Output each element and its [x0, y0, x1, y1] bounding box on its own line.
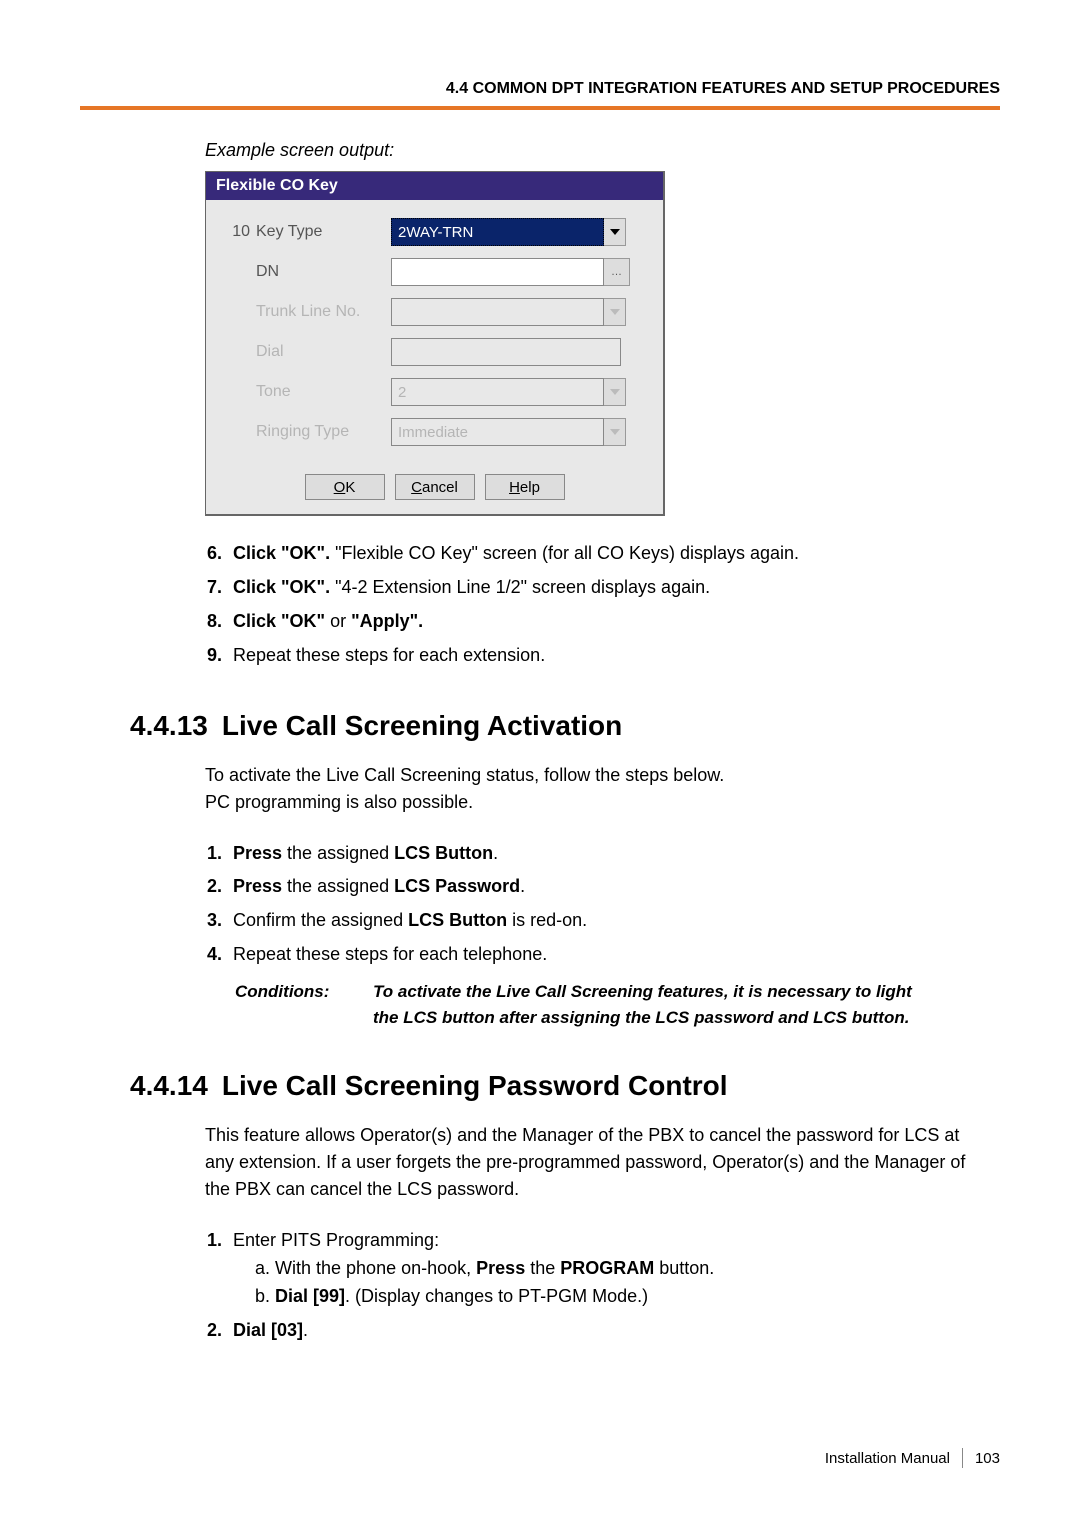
- step-413-4: Repeat these steps for each telephone.: [227, 941, 1000, 969]
- conditions-block: Conditions: To activate the Live Call Sc…: [235, 979, 935, 1030]
- cancel-label-rest: ancel: [422, 479, 458, 496]
- dn-input[interactable]: [391, 258, 604, 286]
- step-8: Click "OK" or "Apply".: [227, 608, 1000, 636]
- help-label-rest: elp: [520, 479, 540, 496]
- label-dn: DN: [256, 263, 391, 281]
- dropdown-icon: [604, 418, 626, 446]
- row-number: 10: [220, 223, 250, 241]
- label-ringing: Ringing Type: [256, 423, 391, 441]
- page-footer: Installation Manual 103: [825, 1448, 1000, 1468]
- key-type-select[interactable]: [391, 218, 604, 246]
- page-section-header: 4.4 COMMON DPT INTEGRATION FEATURES AND …: [80, 80, 1000, 110]
- ok-label-rest: K: [345, 479, 355, 496]
- cancel-button[interactable]: Cancel: [395, 474, 475, 500]
- dialog-title: Flexible CO Key: [206, 172, 663, 200]
- step-6: Click "OK". "Flexible CO Key" screen (fo…: [227, 540, 1000, 568]
- label-tone: Tone: [256, 383, 391, 401]
- dropdown-icon: [604, 298, 626, 326]
- steps-413: Press the assigned LCS Button. Press the…: [205, 840, 1000, 970]
- step-7: Click "OK". "4-2 Extension Line 1/2" scr…: [227, 574, 1000, 602]
- heading-4-4-13: 4.4.13 Live Call Screening Activation: [130, 710, 1000, 742]
- label-dial: Dial: [256, 343, 391, 361]
- dropdown-icon: [604, 378, 626, 406]
- browse-button[interactable]: …: [604, 258, 630, 286]
- step-9: Repeat these steps for each extension.: [227, 642, 1000, 670]
- trunk-select: [391, 298, 604, 326]
- example-caption: Example screen output:: [205, 140, 1000, 161]
- intro-413: To activate the Live Call Screening stat…: [205, 762, 985, 816]
- step-413-1: Press the assigned LCS Button.: [227, 840, 1000, 868]
- dial-input: [391, 338, 621, 366]
- steps-414: Enter PITS Programming: a. With the phon…: [205, 1227, 1000, 1345]
- ok-button[interactable]: OK: [305, 474, 385, 500]
- step-414-2: Dial [03].: [227, 1317, 1000, 1345]
- steps-continued: Click "OK". "Flexible CO Key" screen (fo…: [205, 540, 1000, 670]
- ringing-select: [391, 418, 604, 446]
- divider-icon: [962, 1448, 963, 1468]
- step-413-2: Press the assigned LCS Password.: [227, 873, 1000, 901]
- help-button[interactable]: Help: [485, 474, 565, 500]
- step-413-3: Confirm the assigned LCS Button is red-o…: [227, 907, 1000, 935]
- heading-4-4-14: 4.4.14 Live Call Screening Password Cont…: [130, 1070, 1000, 1102]
- step-414-1: Enter PITS Programming: a. With the phon…: [227, 1227, 1000, 1311]
- label-key-type: Key Type: [256, 223, 391, 241]
- dropdown-icon[interactable]: [604, 218, 626, 246]
- label-trunk: Trunk Line No.: [256, 303, 391, 321]
- flexible-co-key-dialog: Flexible CO Key 10 Key Type DN …: [205, 171, 665, 516]
- intro-414: This feature allows Operator(s) and the …: [205, 1122, 985, 1203]
- tone-select: [391, 378, 604, 406]
